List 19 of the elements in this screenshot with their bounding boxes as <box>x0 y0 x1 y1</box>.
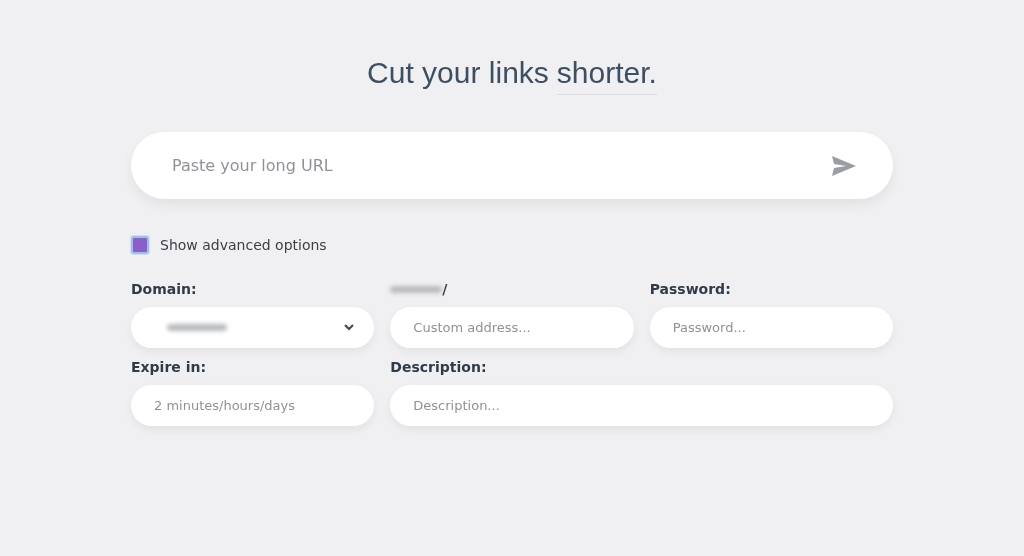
input-field[interactable]: Password... <box>649 307 893 348</box>
page-title: Cut your links <box>367 56 549 91</box>
field-label: Expire in: <box>131 359 207 375</box>
checkbox[interactable] <box>131 236 149 254</box>
domain-select[interactable] <box>131 307 375 348</box>
send-button[interactable] <box>831 154 857 177</box>
url-bar[interactable]: Paste your long URL <box>131 132 893 199</box>
field-label: Description: <box>390 359 487 375</box>
field-label: Domain: <box>131 281 197 297</box>
send-icon <box>831 154 857 177</box>
input-field[interactable]: Custom address... <box>390 307 634 348</box>
input-field[interactable]: 2 minutes/hours/days <box>131 385 375 426</box>
input-field[interactable]: Description... <box>390 385 893 426</box>
field-label: / <box>442 281 448 297</box>
chevron-down-icon <box>344 324 355 331</box>
page-title-highlight: shorter. <box>556 56 657 95</box>
url-field[interactable]: Paste your long URL <box>170 155 831 176</box>
checkbox-label[interactable]: Show advanced options <box>160 237 327 253</box>
field-label: Password: <box>649 281 731 297</box>
